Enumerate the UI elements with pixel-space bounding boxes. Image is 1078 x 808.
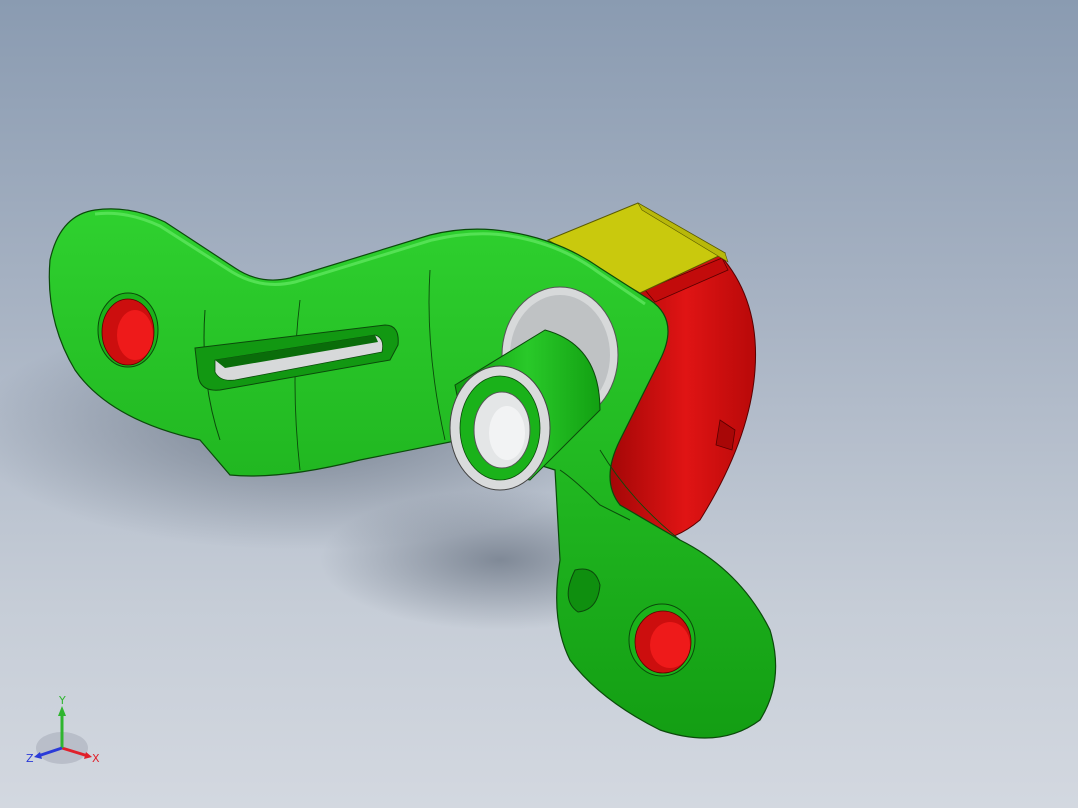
triad-y-arrow-icon xyxy=(58,706,66,716)
orientation-triad[interactable]: X Y Z xyxy=(24,692,108,776)
triad-z-label: Z xyxy=(26,752,34,765)
graphics-viewport[interactable]: X Y Z xyxy=(0,0,1078,808)
left-mount-hole xyxy=(97,292,159,368)
model-view[interactable] xyxy=(0,0,1078,808)
triad-y-label: Y xyxy=(58,694,66,707)
right-mount-hole xyxy=(628,603,696,677)
triad-x-label: X xyxy=(92,752,100,765)
